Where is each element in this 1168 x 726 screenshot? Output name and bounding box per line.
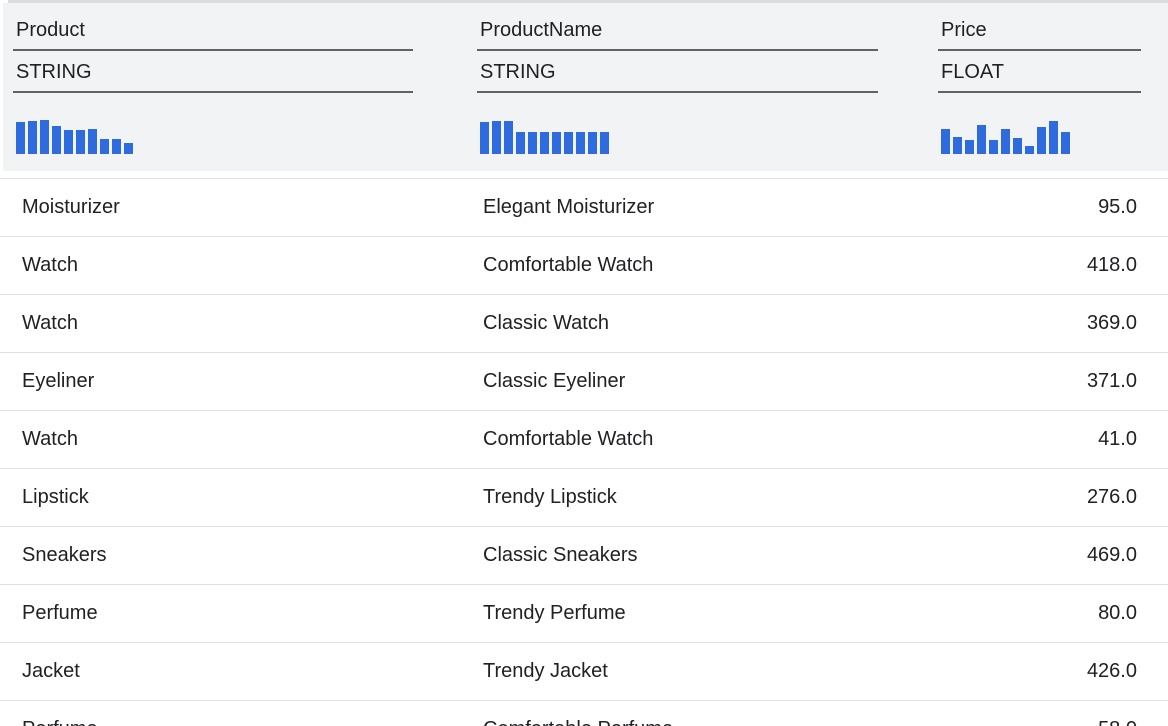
column-header-productname: ProductName STRING	[477, 3, 878, 154]
table-row: MoisturizerElegant Moisturizer95.0	[0, 178, 1168, 236]
column-name: ProductName	[477, 3, 878, 49]
histogram-bar	[16, 122, 25, 154]
histogram-bar	[28, 121, 37, 154]
histogram-bar	[528, 132, 537, 154]
histogram-bar	[40, 120, 49, 154]
histogram-bar	[492, 121, 501, 154]
table-row: WatchClassic Watch369.0	[0, 294, 1168, 352]
table-cell: Classic Sneakers	[483, 544, 937, 567]
table-cell: 371.0	[937, 370, 1168, 393]
histogram-bar	[504, 121, 513, 154]
table-cell: 58.0	[937, 718, 1168, 726]
histogram-bar	[989, 140, 998, 154]
table-cell: 426.0	[937, 660, 1168, 683]
header-divider	[938, 91, 1141, 93]
table-cell: Trendy Lipstick	[483, 486, 937, 509]
table-cell: Comfortable Perfume	[483, 718, 937, 726]
column-type: STRING	[13, 51, 413, 91]
table-cell: Sneakers	[0, 544, 483, 567]
table-row: WatchComfortable Watch418.0	[0, 236, 1168, 294]
table-cell: Elegant Moisturizer	[483, 196, 937, 219]
histogram-bar	[1001, 129, 1010, 154]
table-cell: 276.0	[937, 486, 1168, 509]
table-row: PerfumeTrendy Perfume80.0	[0, 584, 1168, 642]
table-cell: Classic Watch	[483, 312, 937, 335]
column-header-product: Product STRING	[13, 3, 413, 154]
table-cell: 469.0	[937, 544, 1168, 567]
table-row: LipstickTrendy Lipstick276.0	[0, 468, 1168, 526]
table-cell: Jacket	[0, 660, 483, 683]
table-row: PerfumeComfortable Perfume58.0	[0, 700, 1168, 726]
column-type: FLOAT	[938, 51, 1141, 91]
histogram-bar	[1061, 132, 1070, 154]
histogram-bar	[540, 132, 549, 154]
column-header-price: Price FLOAT	[938, 3, 1141, 154]
histogram-bar	[100, 139, 109, 154]
table-header: Product STRING ProductName STRING Price …	[3, 3, 1168, 171]
value-distribution-histogram	[477, 120, 878, 154]
table-cell: Perfume	[0, 718, 483, 726]
histogram-bar	[88, 129, 97, 154]
header-divider	[13, 91, 413, 93]
table-cell: Watch	[0, 428, 483, 451]
histogram-bar	[576, 132, 585, 154]
table-body: MoisturizerElegant Moisturizer95.0WatchC…	[0, 178, 1168, 726]
value-distribution-histogram	[13, 120, 413, 154]
table-cell: Watch	[0, 254, 483, 277]
table-cell: Trendy Jacket	[483, 660, 937, 683]
table-cell: Comfortable Watch	[483, 428, 937, 451]
histogram-bar	[1025, 146, 1034, 154]
histogram-bar	[1037, 127, 1046, 154]
histogram-bar	[588, 132, 597, 154]
table-row: WatchComfortable Watch41.0	[0, 410, 1168, 468]
histogram-bar	[552, 132, 561, 154]
histogram-bar	[953, 137, 962, 154]
histogram-bar	[480, 122, 489, 154]
table-row: EyelinerClassic Eyeliner371.0	[0, 352, 1168, 410]
table-preview-panel: Product STRING ProductName STRING Price …	[0, 0, 1168, 726]
table-cell: Perfume	[0, 602, 483, 625]
histogram-bar	[112, 139, 121, 154]
header-divider	[477, 91, 878, 93]
histogram-bar	[600, 132, 609, 154]
histogram-bar	[977, 125, 986, 154]
histogram-bar	[564, 132, 573, 154]
histogram-bar	[1049, 121, 1058, 154]
value-distribution-histogram	[938, 120, 1141, 154]
table-cell: 418.0	[937, 254, 1168, 277]
table-row: SneakersClassic Sneakers469.0	[0, 526, 1168, 584]
table-cell: Classic Eyeliner	[483, 370, 937, 393]
histogram-bar	[64, 130, 73, 154]
column-type: STRING	[477, 51, 878, 91]
histogram-bar	[941, 129, 950, 154]
table-cell: 80.0	[937, 602, 1168, 625]
histogram-bar	[76, 130, 85, 154]
histogram-bar	[965, 140, 974, 154]
histogram-bar	[124, 143, 133, 154]
table-cell: Lipstick	[0, 486, 483, 509]
table-cell: Moisturizer	[0, 196, 483, 219]
histogram-bar	[516, 132, 525, 154]
column-name: Product	[13, 3, 413, 49]
table-cell: 95.0	[937, 196, 1168, 219]
table-cell: Comfortable Watch	[483, 254, 937, 277]
table-cell: Watch	[0, 312, 483, 335]
column-name: Price	[938, 3, 1141, 49]
histogram-bar	[1013, 138, 1022, 154]
table-row: JacketTrendy Jacket426.0	[0, 642, 1168, 700]
table-cell: 369.0	[937, 312, 1168, 335]
histogram-bar	[52, 126, 61, 154]
table-cell: Eyeliner	[0, 370, 483, 393]
table-cell: Trendy Perfume	[483, 602, 937, 625]
table-cell: 41.0	[937, 428, 1168, 451]
